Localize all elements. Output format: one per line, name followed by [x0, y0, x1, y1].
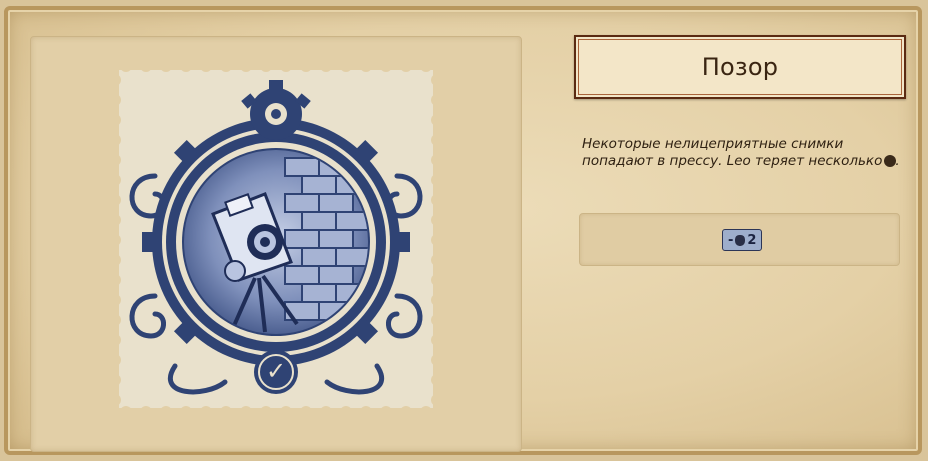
reputation-hand-icon	[735, 234, 746, 246]
effect-sign: -	[728, 232, 734, 248]
effect-badge: - 2	[722, 229, 763, 251]
event-title-box: Позор	[574, 35, 906, 99]
reputation-hand-icon	[885, 156, 896, 166]
effect-value: 2	[747, 232, 757, 248]
event-description-end: .	[895, 153, 900, 169]
event-description: Некоторые нелицеприятные снимки попадают…	[582, 136, 902, 170]
event-title: Позор	[701, 53, 779, 81]
checkmark-icon: ✓	[265, 357, 287, 385]
stamp-illustration: ✓	[109, 60, 443, 418]
effect-panel: - 2	[579, 213, 900, 266]
event-card-frame: ✓ Позор Некоторые нелицеприятные снимки …	[4, 6, 922, 455]
event-description-text: Некоторые нелицеприятные снимки попадают…	[582, 136, 883, 169]
